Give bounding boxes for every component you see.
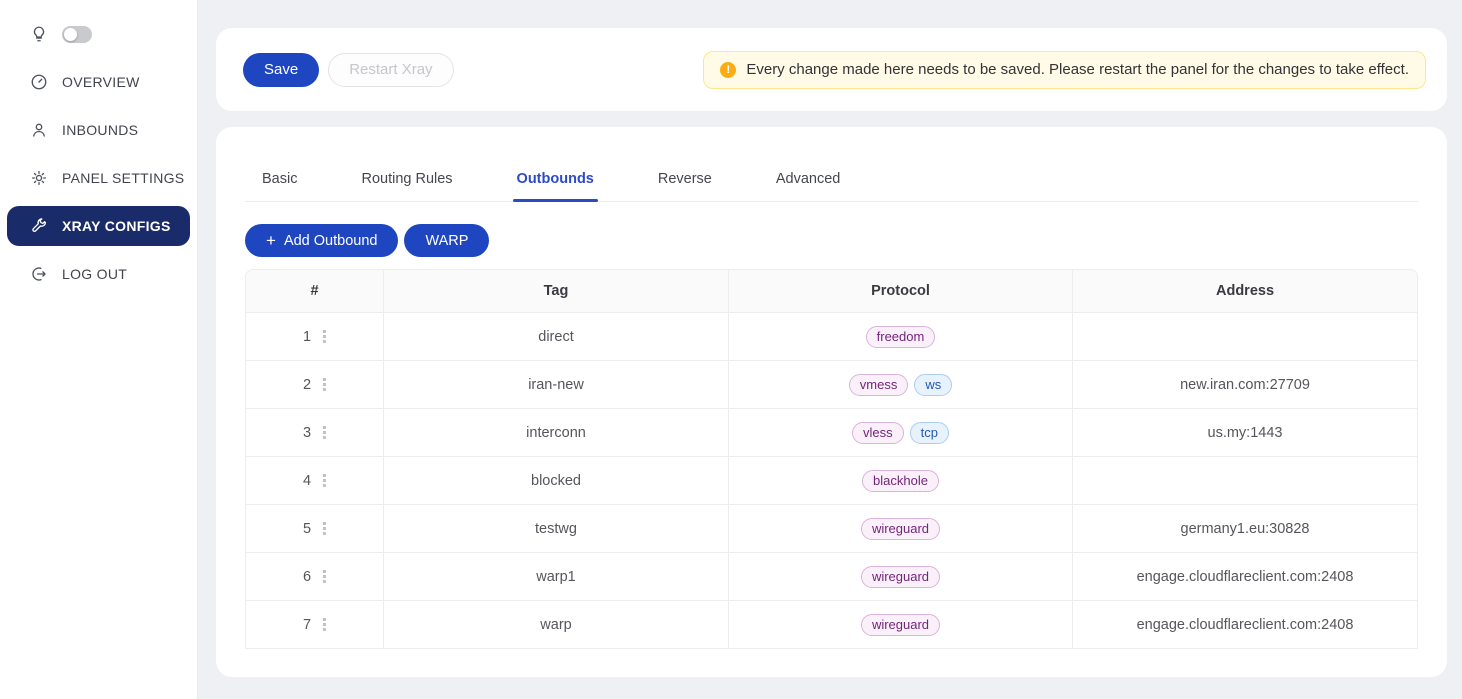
warning-icon: ! [720,62,736,78]
logout-icon [30,265,48,283]
sidebar-item-xray-configs[interactable]: XRAY CONFIGS [7,206,190,246]
tag-cell: testwg [384,505,729,553]
save-button[interactable]: Save [243,53,319,87]
row-number: 5 [303,521,311,537]
address-cell: new.iran.com:27709 [1073,361,1418,409]
tab-bar: Basic Routing Rules Outbounds Reverse Ad… [245,127,1418,202]
warp-button[interactable]: WARP [404,224,489,257]
address-cell: engage.cloudflareclient.com:2408 [1073,553,1418,601]
sidebar: OVERVIEW INBOUNDS PANEL SETTINGS XRAY CO… [0,0,198,699]
row-number: 4 [303,473,311,489]
tag-cell: direct [384,313,729,361]
tag-cell: warp [384,601,729,649]
user-icon [30,121,48,139]
table-row: 6 warp1 wireguard engage.cloudflareclien… [245,553,1418,601]
warning-alert-text: Every change made here needs to be saved… [746,61,1409,78]
transport-badge: ws [914,374,952,396]
row-number: 6 [303,569,311,585]
outbounds-table-wrap: # Tag Protocol Address 1 direct freedom … [245,269,1418,649]
add-outbound-button[interactable]: + Add Outbound [245,224,398,257]
row-number: 7 [303,617,311,633]
add-outbound-label: Add Outbound [284,233,378,249]
warning-alert: ! Every change made here needs to be sav… [703,51,1426,89]
sidebar-item-label: OVERVIEW [62,74,140,90]
col-header-address: Address [1073,269,1418,313]
outbounds-table: # Tag Protocol Address 1 direct freedom … [245,269,1418,649]
table-row: 3 interconn vless tcp us.my:1443 [245,409,1418,457]
table-header-row: # Tag Protocol Address [245,269,1418,313]
table-row: 1 direct freedom [245,313,1418,361]
toolbar-card: Save Restart Xray ! Every change made he… [216,28,1447,111]
table-row: 7 warp wireguard engage.cloudflareclient… [245,601,1418,649]
dashboard-icon [30,73,48,91]
transport-badge: tcp [910,422,949,444]
protocol-badge: wireguard [861,518,940,540]
row-menu-icon[interactable] [323,570,326,583]
sidebar-item-logout[interactable]: LOG OUT [0,250,197,298]
sidebar-item-panel-settings[interactable]: PANEL SETTINGS [0,154,197,202]
table-row: 2 iran-new vmess ws new.iran.com:27709 [245,361,1418,409]
sidebar-item-label: XRAY CONFIGS [62,218,171,234]
theme-toggle[interactable] [62,26,92,43]
sidebar-item-label: LOG OUT [62,266,127,282]
row-number: 3 [303,425,311,441]
row-number: 2 [303,377,311,393]
protocol-badge: blackhole [862,470,939,492]
col-header-tag: Tag [384,269,729,313]
table-actions: + Add Outbound WARP [245,224,1418,257]
tag-cell: iran-new [384,361,729,409]
gear-icon [30,169,48,187]
row-menu-icon[interactable] [323,426,326,439]
sidebar-item-label: PANEL SETTINGS [62,170,184,186]
plus-icon: + [266,232,276,249]
sidebar-item-inbounds[interactable]: INBOUNDS [0,106,197,154]
tab-routing-rules[interactable]: Routing Rules [361,171,452,201]
col-header-protocol: Protocol [729,269,1073,313]
xray-configs-card: Basic Routing Rules Outbounds Reverse Ad… [216,127,1447,677]
address-cell: germany1.eu:30828 [1073,505,1418,553]
tab-outbounds[interactable]: Outbounds [517,171,594,201]
address-cell [1073,313,1418,361]
col-header-number: # [245,269,384,313]
protocol-badge: vless [852,422,904,444]
tag-cell: interconn [384,409,729,457]
protocol-badge: vmess [849,374,909,396]
theme-toggle-row [0,10,197,58]
protocol-badge: wireguard [861,566,940,588]
protocol-badge: freedom [866,326,936,348]
tab-advanced[interactable]: Advanced [776,171,841,201]
row-menu-icon[interactable] [323,618,326,631]
sidebar-item-overview[interactable]: OVERVIEW [0,58,197,106]
address-cell: engage.cloudflareclient.com:2408 [1073,601,1418,649]
toggle-knob [64,28,77,41]
tab-reverse[interactable]: Reverse [658,171,712,201]
address-cell: us.my:1443 [1073,409,1418,457]
tag-cell: warp1 [384,553,729,601]
restart-xray-button[interactable]: Restart Xray [328,53,453,87]
table-row: 4 blocked blackhole [245,457,1418,505]
sidebar-item-label: INBOUNDS [62,122,138,138]
address-cell [1073,457,1418,505]
wrench-icon [30,217,48,235]
table-row: 5 testwg wireguard germany1.eu:30828 [245,505,1418,553]
row-menu-icon[interactable] [323,330,326,343]
row-menu-icon[interactable] [323,474,326,487]
tag-cell: blocked [384,457,729,505]
row-number: 1 [303,329,311,345]
row-menu-icon[interactable] [323,378,326,391]
tab-basic[interactable]: Basic [262,171,297,201]
protocol-badge: wireguard [861,614,940,636]
lightbulb-icon [30,25,48,43]
row-menu-icon[interactable] [323,522,326,535]
